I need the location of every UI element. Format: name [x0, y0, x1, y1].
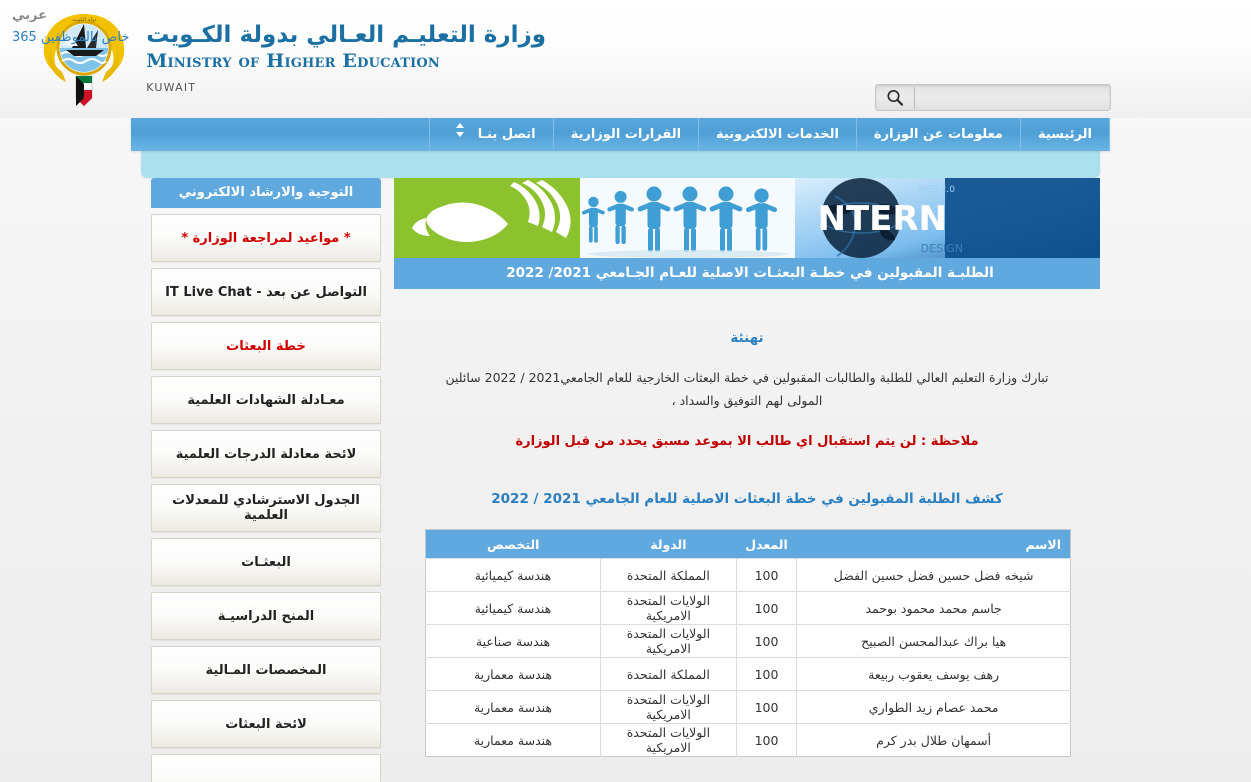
- svg-text:DESIGN: DESIGN: [921, 242, 963, 255]
- sidebar-item-financial-allocations[interactable]: المخصصات المـالية: [151, 646, 381, 694]
- table-row: شيخه فضل حسين فضل حسين الفضل 100 المملكة…: [425, 558, 1071, 592]
- nav-item-about-ministry[interactable]: معلومات عن الوزارة: [855, 118, 1020, 151]
- cell-major: هندسة كيميائية: [425, 591, 601, 625]
- table-row: أسمهان طلال بدر كرم 100 الولايات المتحدة…: [425, 723, 1071, 757]
- cell-gpa: 100: [735, 591, 797, 625]
- cell-gpa: 100: [735, 624, 797, 658]
- nav-item-home[interactable]: الرئيسية: [1019, 118, 1110, 151]
- sidebar-item-study-grants[interactable]: المنح الدراسيـة: [151, 592, 381, 640]
- banner-helping-hands-image: [394, 178, 580, 258]
- accepted-students-table: الاسم المعدل الدولة التخصص شيخه فضل حسين…: [425, 529, 1071, 758]
- sidebar-item-certificate-equivalency[interactable]: معـادلة الشهادات العلمية: [151, 376, 381, 424]
- banner-image-strip: WEB 2.0 NTERN DESIGN: [394, 178, 1100, 258]
- banner-caption: الطلبـة المقبولين في خطـة البعثـات الاصل…: [394, 258, 1100, 289]
- sidebar-item-scholarships[interactable]: البعثـات: [151, 538, 381, 586]
- content-area: WEB 2.0 NTERN DESIGN الطلبـة المقبولين ف…: [141, 178, 1110, 782]
- nav-shelf: [141, 151, 1100, 178]
- table-header-row: الاسم المعدل الدولة التخصص: [425, 529, 1071, 559]
- column-header-country: الدولة: [600, 529, 737, 559]
- sort-updown-icon[interactable]: [447, 118, 473, 151]
- cell-gpa: 100: [735, 558, 797, 592]
- cell-major: هندسة معمارية: [425, 723, 601, 757]
- congratulation-body: تبارك وزارة التعليم العالي للطلبة والطال…: [445, 370, 1049, 409]
- cell-country: الولايات المتحدة الامريكية: [599, 591, 737, 625]
- banner-people-chain-image: [580, 178, 795, 258]
- sidebar-item-ministry-appointments[interactable]: * مواعيد لمراجعة الوزارة *: [151, 214, 381, 262]
- cell-country: الولايات المتحدة الامريكية: [599, 690, 737, 724]
- important-note: ملاحظة : لن يتم استقبال اي طالب الا بموع…: [515, 434, 979, 450]
- sidebar-item-indicative-gpa-table[interactable]: الجدول الاسترشادي للمعدلات العلمية: [151, 484, 381, 532]
- cell-gpa: 100: [735, 657, 797, 691]
- nav-filler: [131, 118, 429, 151]
- table-title: كشف الطلبة المقبولين في خطة البعثات الاص…: [491, 491, 1003, 508]
- main-navigation-wrap: الرئيسية معلومات عن الوزارة الخدمات الال…: [0, 118, 1251, 178]
- cell-student-name: محمد عصام زيد الطواري: [796, 690, 1071, 724]
- sidebar: التوجية والارشاد الالكتروني * مواعيد لمر…: [151, 178, 381, 782]
- sidebar-item-partial[interactable]: [151, 754, 381, 782]
- search-icon: [887, 89, 904, 106]
- svg-text:NTERN: NTERN: [817, 199, 947, 239]
- table-row: هيا براك عبدالمحسن الصبيح 100 الولايات ا…: [425, 624, 1071, 658]
- cell-major: هندسة كيميائية: [425, 558, 601, 592]
- sidebar-item-live-chat[interactable]: التواصل عن بعد - IT Live Chat: [151, 268, 381, 316]
- table-row: جاسم محمد محمود بوحمد 100 الولايات المتح…: [425, 591, 1071, 625]
- page-banner: WEB 2.0 NTERN DESIGN الطلبـة المقبولين ف…: [394, 178, 1100, 289]
- staff-portal-link[interactable]: خاص بالموظفين 365: [12, 30, 260, 45]
- cell-major: هندسة معمارية: [425, 657, 601, 691]
- search-separator: [914, 86, 915, 109]
- search-button[interactable]: [876, 85, 914, 110]
- nav-item-contact-us[interactable]: اتصل بنـا: [429, 118, 552, 151]
- search-box[interactable]: [875, 84, 1111, 111]
- site-title-english: Ministry of Higher Education: [146, 49, 441, 72]
- banner-globe-internet-image: WEB 2.0 NTERN DESIGN: [795, 178, 1100, 258]
- cell-country: الولايات المتحدة الامريكية: [599, 624, 737, 658]
- cell-major: هندسة صناعية: [425, 624, 601, 658]
- sidebar-header: التوجية والارشاد الالكتروني: [151, 178, 381, 208]
- column-header-name: الاسم: [796, 529, 1071, 559]
- cell-student-name: أسمهان طلال بدر كرم: [796, 723, 1071, 757]
- page-root: دولة الكويت وزارة التعليـم العـالي بدولة…: [0, 0, 1251, 782]
- cell-country: الولايات المتحدة الامريكية: [599, 723, 737, 757]
- cell-student-name: جاسم محمد محمود بوحمد: [796, 591, 1071, 625]
- main-navigation: الرئيسية معلومات عن الوزارة الخدمات الال…: [131, 118, 1110, 151]
- column-header-major: التخصص: [425, 529, 601, 559]
- nav-item-contact-us-label: اتصل بنـا: [477, 127, 536, 142]
- main-column: WEB 2.0 NTERN DESIGN الطلبـة المقبولين ف…: [394, 178, 1100, 782]
- sidebar-item-degree-equivalency-regulation[interactable]: لائحة معادلة الدرجات العلمية: [151, 430, 381, 478]
- table-row: محمد عصام زيد الطواري 100 الولايات المتح…: [425, 690, 1071, 724]
- cell-gpa: 100: [735, 723, 797, 757]
- header-utility-links: عربي خاص بالموظفين 365: [0, 8, 260, 45]
- search-input[interactable]: [915, 86, 1110, 109]
- cell-country: المملكة المتحدة: [599, 657, 737, 691]
- site-header: دولة الكويت وزارة التعليـم العـالي بدولة…: [0, 0, 1251, 118]
- cell-student-name: شيخه فضل حسين فضل حسين الفضل: [796, 558, 1071, 592]
- table-row: رهف يوسف يعقوب ربيعة 100 المملكة المتحدة…: [425, 657, 1071, 691]
- site-country-label: KUWAIT: [146, 80, 197, 94]
- cell-gpa: 100: [735, 690, 797, 724]
- cell-major: هندسة معمارية: [425, 690, 601, 724]
- sidebar-item-scholarship-plan[interactable]: خطة البعثات: [151, 322, 381, 370]
- cell-student-name: رهف يوسف يعقوب ربيعة: [796, 657, 1071, 691]
- nav-item-eservices[interactable]: الخدمات الالكترونية: [698, 118, 856, 151]
- cell-student-name: هيا براك عبدالمحسن الصبيح: [796, 624, 1071, 658]
- sidebar-item-scholarship-regulation[interactable]: لائحة البعثات: [151, 700, 381, 748]
- svg-text:WEB 2.0: WEB 2.0: [917, 185, 955, 195]
- cell-country: المملكة المتحدة: [599, 558, 737, 592]
- language-toggle-link[interactable]: عربي: [12, 8, 260, 23]
- congratulation-title: تهنئة: [730, 330, 764, 346]
- nav-item-ministerial-decisions[interactable]: القرارات الوزارية: [552, 118, 698, 151]
- column-header-gpa: المعدل: [736, 529, 797, 559]
